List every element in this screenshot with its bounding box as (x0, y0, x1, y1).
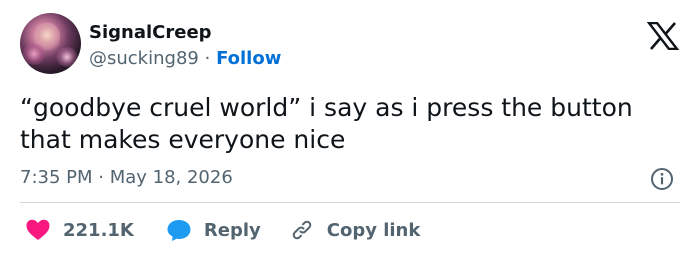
action-bar: 221.1K Reply Copy link (20, 216, 420, 244)
handle-row: @sucking89 · Follow (89, 47, 281, 71)
like-count: 221.1K (63, 219, 134, 241)
copy-link-label: Copy link (326, 219, 421, 241)
handle-separator: · (204, 48, 211, 69)
x-logo-icon[interactable] (647, 22, 679, 50)
reply-label: Reply (203, 219, 261, 241)
heart-icon (26, 219, 50, 240)
display-name[interactable]: SignalCreep (89, 22, 212, 44)
divider (20, 202, 680, 203)
like-button[interactable]: 221.1K (25, 218, 134, 242)
avatar[interactable] (20, 13, 81, 74)
info-icon[interactable] (650, 167, 674, 191)
avatar-flower-right (56, 47, 78, 67)
avatar-flower-left (22, 43, 46, 65)
tweet-card: SignalCreep @sucking89 · Follow “goodbye… (0, 0, 700, 256)
copy-link-button[interactable]: Copy link (289, 218, 421, 242)
follow-button[interactable]: Follow (216, 48, 281, 69)
tweet-text: “goodbye cruel world” i say as i press t… (20, 93, 633, 154)
tweet-timestamp[interactable]: 7:35 PM · May 18, 2026 (20, 166, 233, 190)
speech-bubble-icon (167, 220, 191, 241)
user-handle[interactable]: @sucking89 (89, 48, 199, 69)
link-icon (292, 220, 312, 240)
reply-button[interactable]: Reply (166, 218, 261, 242)
